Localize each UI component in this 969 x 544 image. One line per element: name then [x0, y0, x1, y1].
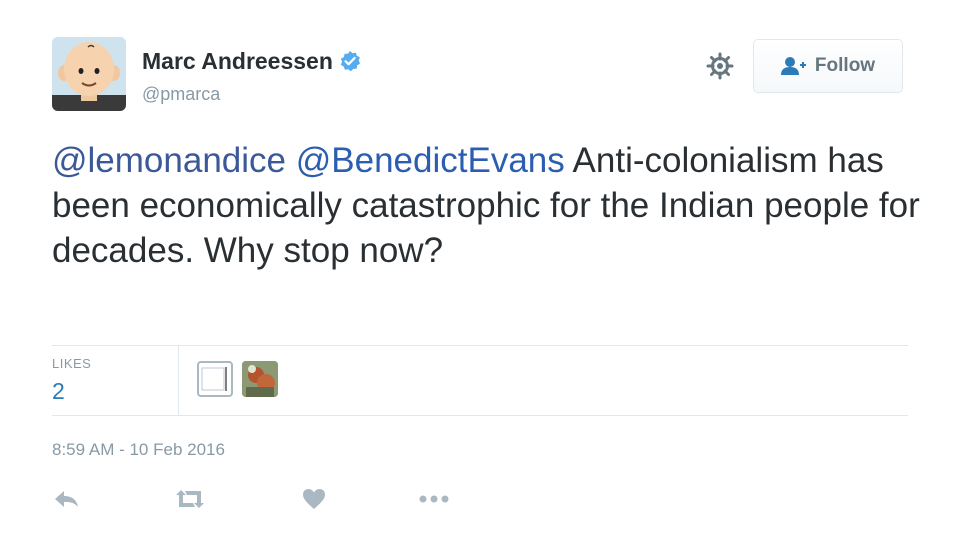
liker-avatar[interactable] [242, 361, 278, 397]
user-handle[interactable]: @pmarca [142, 83, 220, 105]
divider [52, 415, 908, 416]
more-icon[interactable] [418, 486, 450, 512]
user-name[interactable]: Marc Andreessen [142, 47, 361, 75]
reply-icon[interactable] [54, 486, 80, 512]
divider [178, 346, 179, 415]
user-name-text[interactable]: Marc Andreessen [142, 47, 333, 75]
liker-avatar[interactable] [197, 361, 233, 397]
add-user-icon [780, 56, 807, 76]
divider [52, 345, 908, 346]
tweet-timestamp[interactable]: 8:59 AM - 10 Feb 2016 [52, 440, 225, 460]
heart-icon[interactable] [302, 486, 326, 512]
verified-badge-icon [339, 50, 361, 72]
retweet-icon[interactable] [173, 486, 207, 512]
mention-link[interactable]: @lemonandice [52, 141, 286, 180]
tweet-text: @lemonandice @BenedictEvans Anti-colonia… [52, 138, 932, 273]
likes-count[interactable]: 2 [52, 378, 65, 405]
follow-button[interactable]: Follow [753, 39, 903, 93]
follow-label: Follow [814, 55, 876, 76]
gear-icon[interactable] [706, 52, 734, 80]
avatar[interactable] [52, 37, 126, 111]
likes-label: LIKES [52, 356, 92, 371]
mention-link[interactable]: @BenedictEvans [296, 141, 565, 180]
